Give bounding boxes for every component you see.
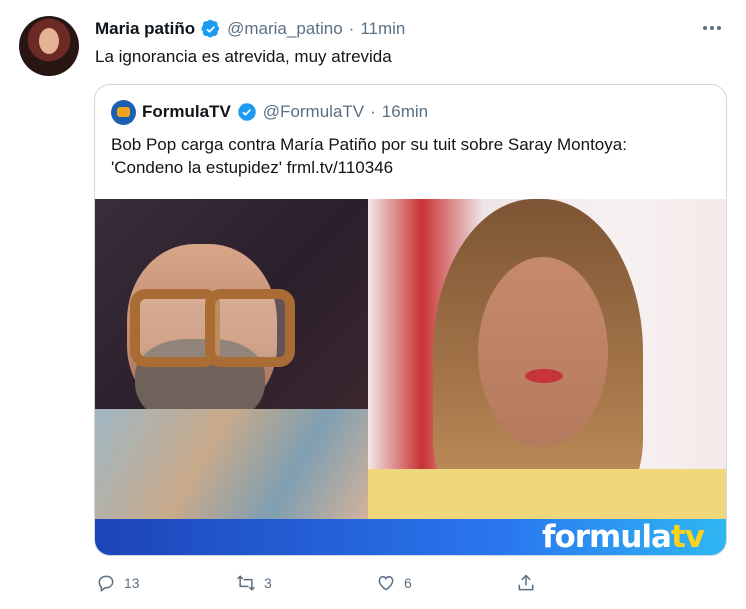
verified-badge-icon	[201, 19, 220, 38]
formulatv-banner: formulatv	[95, 519, 726, 555]
quoted-author-handle[interactable]: @FormulaTV	[263, 102, 364, 122]
quoted-tweet-text: Bob Pop carga contra María Patiño por su…	[111, 133, 701, 179]
quoted-author-name[interactable]: FormulaTV	[142, 102, 231, 122]
quoted-timestamp[interactable]: 16min	[382, 102, 428, 122]
share-icon	[518, 574, 534, 591]
formulatv-logo-icon	[111, 99, 136, 125]
like-button[interactable]: 6	[376, 573, 516, 593]
tweet-text: La ignorancia es atrevida, muy atrevida	[95, 47, 392, 66]
tweet-actions: 13 3 6	[96, 570, 656, 596]
reply-button[interactable]: 13	[96, 573, 236, 593]
photo-woman	[368, 199, 726, 519]
separator-dot: ·	[370, 102, 376, 121]
heart-icon	[378, 575, 394, 591]
retweet-icon	[237, 575, 255, 591]
separator-dot: ·	[348, 19, 355, 38]
author-handle[interactable]: @maria_patino	[227, 19, 343, 39]
more-options-icon[interactable]	[700, 22, 724, 34]
avatar[interactable]	[19, 16, 79, 76]
quoted-media-image[interactable]: formulatv	[95, 199, 726, 555]
retweet-count: 3	[264, 575, 272, 591]
author-name[interactable]: Maria patiño	[95, 19, 195, 39]
photo-man-glasses	[95, 199, 368, 519]
tweet-timestamp[interactable]: 11min	[360, 19, 405, 39]
retweet-button[interactable]: 3	[236, 573, 376, 593]
quoted-tweet[interactable]: FormulaTV @FormulaTV · 16min Bob Pop car…	[94, 84, 727, 556]
reply-count: 13	[124, 575, 140, 591]
like-count: 6	[404, 575, 412, 591]
tweet-header: Maria patiño @maria_patino · 11min	[95, 17, 405, 41]
reply-icon	[98, 575, 114, 592]
quoted-tweet-header: FormulaTV @FormulaTV · 16min	[111, 99, 428, 125]
share-button[interactable]	[516, 573, 656, 593]
quoted-text-line-1: Bob Pop carga contra María Patiño por su…	[111, 135, 627, 154]
quoted-text-line-2: 'Condeno la estupidez' frml.tv/110346	[111, 158, 394, 177]
formulatv-wordmark: formulatv	[541, 519, 705, 555]
verified-badge-icon	[238, 103, 256, 121]
